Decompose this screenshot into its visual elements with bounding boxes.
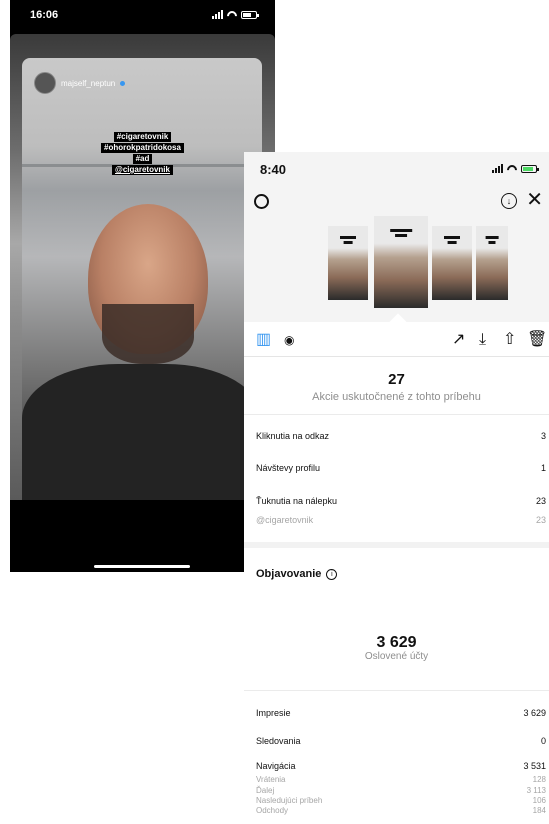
close-icon[interactable]: ✕	[526, 190, 543, 210]
status-bar: 16:06	[10, 0, 275, 34]
info-icon[interactable]: i	[326, 568, 338, 580]
story-card: majself_neptun #cigaretovnik #ohorokpatr…	[10, 34, 275, 500]
story-thumbnail-selected[interactable]	[374, 216, 428, 308]
discovery-heading: Objavovanie i	[256, 568, 338, 580]
eye-icon[interactable]: ◉	[284, 330, 294, 350]
trend-icon[interactable]: ↗	[452, 330, 465, 350]
stat-row-impressions: Impresie 3 629	[256, 708, 546, 719]
reach-total: 3 629	[376, 633, 417, 651]
download-icon[interactable]: ↓	[501, 193, 517, 209]
download-arrow-icon[interactable]: ⤓	[479, 330, 486, 350]
status-time: 16:06	[30, 9, 59, 21]
stat-row-sticker-mention: @cigaretovnik 23	[256, 515, 546, 525]
insights-phone-screen: 8:40 ↓ ✕ ▥ ◉ ↗ ⤓ ⇧ 🗑 27 Akcie uskutočnen…	[244, 152, 549, 824]
story-phone-screen: 16:06 majself_neptun #cigaretovnik #ohor…	[10, 0, 275, 572]
interactions-caption: Akcie uskutočnené z tohto príbehu	[312, 391, 481, 403]
trash-icon[interactable]: 🗑	[527, 330, 547, 350]
story-thumbnail[interactable]	[432, 226, 472, 300]
signal-icon	[492, 164, 503, 173]
hashtag-sticker[interactable]: #ohorokpatridokosa	[101, 143, 184, 153]
home-indicator[interactable]	[94, 565, 190, 568]
battery-icon	[241, 10, 259, 19]
stat-row-follows: Sledovania 0	[256, 735, 546, 746]
insights-toolbar: ▥ ◉ ↗ ⤓ ⇧ 🗑	[244, 330, 549, 352]
verified-icon	[120, 80, 126, 86]
story-preview-header: 8:40 ↓ ✕	[244, 152, 549, 322]
hashtag-sticker-list: #cigaretovnik #ohorokpatridokosa #ad @ci…	[10, 132, 275, 175]
stat-row-navigation: Navigácia 3 531	[256, 761, 546, 772]
stat-row-profile-visits: Návštevy profilu 1	[256, 463, 546, 473]
hashtag-sticker[interactable]: #ad	[132, 154, 153, 164]
interactions-total: 27	[388, 371, 405, 388]
avatar[interactable]	[34, 72, 56, 94]
share-icon[interactable]: ⇧	[503, 330, 516, 350]
signal-icon	[212, 10, 223, 19]
story-thumbnail[interactable]	[476, 226, 508, 300]
story-username[interactable]: majself_neptun	[61, 79, 115, 88]
stat-row-back: Vrátenia 128	[256, 775, 546, 785]
wifi-icon	[227, 11, 237, 19]
wifi-icon	[507, 165, 517, 173]
gear-icon[interactable]	[254, 194, 269, 209]
stat-row-next-story: Nasledujúci príbeh 106	[256, 795, 546, 805]
stat-row-forward: Ďalej 3 113	[256, 785, 546, 795]
stat-row-link-clicks: Kliknutia na odkaz 3	[256, 431, 546, 441]
stat-row-exits: Odchody 184	[256, 806, 546, 815]
bar-chart-icon[interactable]: ▥	[256, 330, 271, 350]
story-author[interactable]: majself_neptun	[34, 72, 126, 94]
story-thumbnail[interactable]	[328, 226, 368, 300]
mention-sticker[interactable]: @cigaretovnik	[112, 165, 173, 175]
reach-caption: Oslovené účty	[364, 650, 429, 662]
hashtag-sticker[interactable]: #cigaretovnik	[113, 132, 172, 142]
battery-icon	[521, 164, 539, 173]
status-time: 8:40	[260, 162, 287, 177]
stat-row-sticker-taps: Ťuknutia na nálepku 23	[256, 496, 546, 506]
